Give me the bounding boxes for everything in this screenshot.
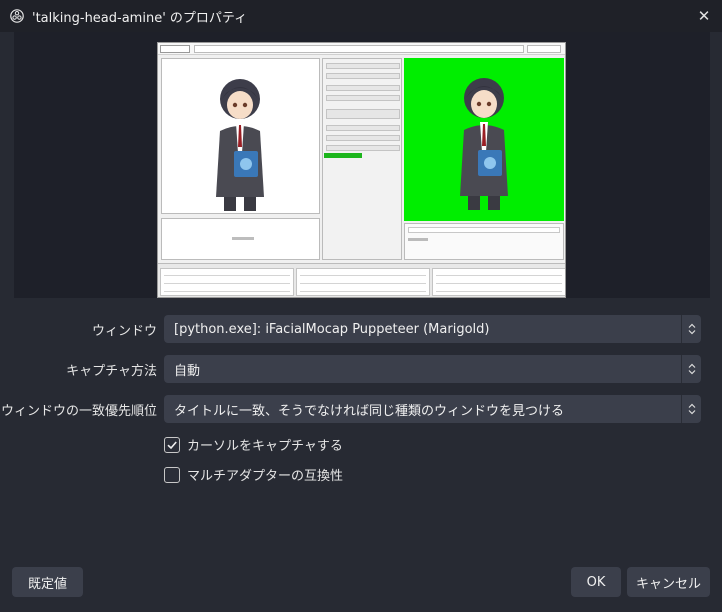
preview-label-line	[408, 238, 428, 241]
capture-method-label: キャプチャ方法	[66, 364, 157, 379]
preview-strip-line	[300, 287, 426, 292]
preview-green-screen	[404, 58, 564, 221]
window-match-priority-label: ウィンドウの一致優先順位	[0, 404, 157, 419]
preview-control-row	[326, 125, 400, 131]
preview-toolbar-tag	[160, 45, 190, 53]
preview-control-row	[326, 73, 400, 79]
character-illustration-left	[216, 79, 264, 211]
preview-strip-line	[164, 279, 290, 284]
multi-adapter-label: マルチアダプターの互換性	[187, 469, 344, 484]
preview-control-row	[326, 145, 400, 151]
preview-progress-bar	[324, 153, 362, 158]
preview-strip-line	[164, 287, 290, 292]
capture-cursor-option[interactable]: カーソルをキャプチャする	[164, 435, 343, 454]
preview-strip-line	[436, 271, 562, 276]
preview-toolbar	[158, 43, 565, 55]
checkmark-icon	[167, 440, 177, 449]
capture-method-value: 自動	[174, 363, 201, 379]
preview-control-row	[326, 95, 400, 101]
preview-strip-line	[436, 287, 562, 292]
window-select[interactable]: [python.exe]: iFacialMocap Puppeteer (Ma…	[164, 315, 701, 343]
preview-strip-line	[300, 279, 426, 284]
multi-adapter-checkbox[interactable]	[164, 466, 180, 483]
window-match-priority-select[interactable]: タイトルに一致、そうでなければ同じ種類のウィンドウを見つける	[164, 395, 701, 423]
preview-control-row	[326, 63, 400, 69]
window-label: ウィンドウ	[91, 324, 157, 339]
capture-cursor-checkbox[interactable]	[164, 436, 180, 453]
defaults-button[interactable]: 既定値	[12, 567, 83, 597]
close-icon: ✕	[697, 7, 711, 25]
close-button[interactable]: ✕	[686, 0, 722, 32]
preview-label-line	[232, 237, 254, 240]
window-match-priority-value: タイトルに一致、そうでなければ同じ種類のウィンドウを見つける	[174, 403, 565, 419]
multi-adapter-option[interactable]: マルチアダプターの互換性	[164, 465, 343, 484]
preview-dropdown	[408, 227, 560, 233]
preview-control-row	[326, 135, 400, 141]
preview-left-panel	[161, 58, 320, 214]
capture-method-select[interactable]: 自動	[164, 355, 701, 383]
updown-arrows-icon	[681, 315, 701, 343]
obs-logo-icon	[10, 9, 24, 23]
updown-arrows-icon	[681, 355, 701, 383]
preview-strip-cell	[432, 268, 565, 296]
preview-control-row	[326, 85, 400, 91]
preview-bottom-strip	[158, 263, 565, 297]
window-select-value: [python.exe]: iFacialMocap Puppeteer (Ma…	[174, 321, 490, 337]
preview-left-bottom-panel	[161, 218, 320, 260]
preview-strip-line	[300, 271, 426, 276]
capture-preview-image	[157, 42, 566, 298]
ok-button[interactable]: OK	[571, 567, 621, 597]
preview-strip-cell	[296, 268, 430, 296]
preview-control-panel	[322, 58, 402, 260]
preview-toolbar-field-right	[527, 45, 561, 53]
preview-control-row	[326, 109, 400, 119]
capture-cursor-label: カーソルをキャプチャする	[187, 439, 343, 454]
preview-area	[14, 32, 710, 298]
preview-strip-line	[436, 279, 562, 284]
preview-toolbar-field	[194, 45, 524, 53]
preview-strip-line	[164, 271, 290, 276]
cancel-button[interactable]: キャンセル	[627, 567, 710, 597]
updown-arrows-icon	[681, 395, 701, 423]
window-title: 'talking-head-amine' のプロパティ	[32, 10, 248, 26]
character-illustration-right	[460, 78, 508, 210]
preview-strip-cell	[160, 268, 294, 296]
title-bar: 'talking-head-amine' のプロパティ ✕	[0, 0, 722, 32]
preview-right-bottom-panel	[404, 223, 564, 260]
